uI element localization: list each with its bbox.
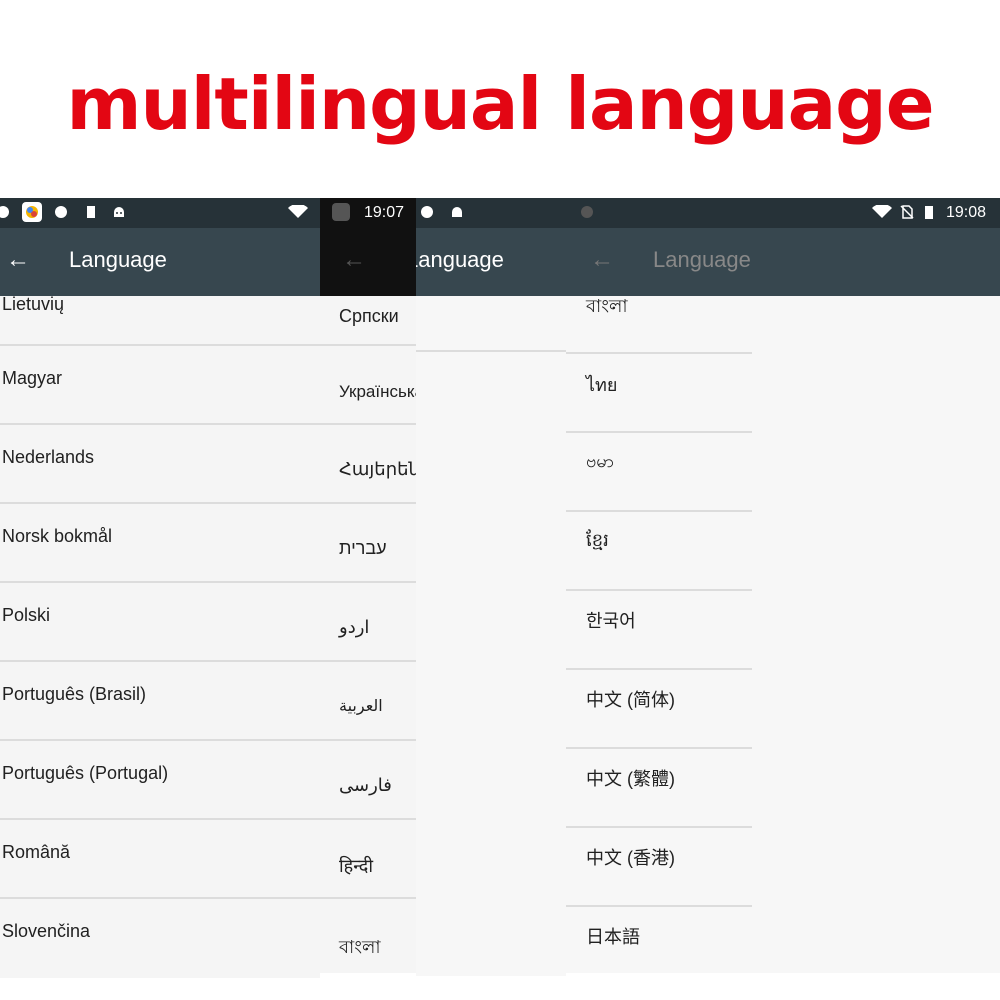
back-arrow-icon[interactable]: ← bbox=[590, 248, 614, 272]
list-item[interactable]: Slovenčina bbox=[0, 899, 320, 978]
status-bar bbox=[416, 198, 566, 228]
language-list bbox=[416, 296, 566, 352]
page-title: Language bbox=[416, 247, 504, 272]
clock: 19:08 bbox=[946, 204, 987, 221]
list-item[interactable]: Lietuvių bbox=[0, 294, 320, 346]
list-item[interactable]: Português (Portugal) bbox=[0, 741, 320, 820]
android-icon bbox=[452, 207, 462, 217]
list-item[interactable]: فارسی bbox=[320, 741, 416, 820]
list-item[interactable]: Српски bbox=[320, 296, 416, 346]
wifi-icon bbox=[288, 205, 308, 218]
list-item[interactable]: 中文 (香港) bbox=[566, 828, 752, 907]
list-item[interactable]: 中文 (繁體) bbox=[566, 749, 752, 828]
battery-icon bbox=[925, 206, 933, 219]
list-item[interactable]: 日本語 bbox=[566, 907, 752, 973]
list-item[interactable]: 中文 (简体) bbox=[566, 670, 752, 749]
list-item[interactable]: Magyar bbox=[0, 346, 320, 425]
list-item[interactable]: বাংলা bbox=[320, 899, 416, 973]
list-item[interactable]: हिन्दी bbox=[320, 820, 416, 899]
shield-icon bbox=[55, 206, 67, 218]
list-item[interactable]: Norsk bokmål bbox=[0, 504, 320, 583]
photos-app-icon bbox=[332, 203, 350, 221]
list-item[interactable]: Română bbox=[0, 820, 320, 899]
list-item[interactable]: বাংলা bbox=[566, 296, 752, 354]
wifi-icon bbox=[872, 205, 892, 218]
screen-middle: 19:07 ← Српски Українська Հայերեն עברית … bbox=[320, 198, 416, 973]
photos-app-icon bbox=[22, 202, 42, 222]
list-item[interactable]: ไทย bbox=[566, 354, 752, 433]
list-item[interactable]: العربية bbox=[320, 662, 416, 741]
screen-center: Language bbox=[416, 198, 566, 976]
back-arrow-icon[interactable]: ← bbox=[342, 248, 366, 272]
page-title: Language bbox=[69, 247, 167, 272]
screen-left: ← Language Lietuvių Magyar Nederlands No… bbox=[0, 198, 320, 978]
language-list: Lietuvių Magyar Nederlands Norsk bokmål … bbox=[0, 294, 320, 978]
list-item[interactable]: עברית bbox=[320, 504, 416, 583]
status-bar bbox=[566, 198, 1000, 228]
list-item[interactable]: Հայերեն bbox=[320, 425, 416, 504]
android-icon bbox=[114, 207, 124, 217]
list-item[interactable]: 한국어 bbox=[566, 591, 752, 670]
no-sim-icon bbox=[900, 205, 914, 219]
list-item[interactable]: Polski bbox=[0, 583, 320, 662]
screen-right: 19:08 ← Language বাংলা ไทย ဗမာ ខ្មែរ 한국어… bbox=[566, 198, 1000, 973]
list-item[interactable]: ဗမာ bbox=[566, 433, 752, 512]
app-bar bbox=[566, 228, 1000, 296]
list-item[interactable] bbox=[416, 296, 566, 352]
page-title: Language bbox=[653, 247, 751, 272]
list-item[interactable]: Українська bbox=[320, 346, 416, 425]
list-item[interactable]: ខ្មែរ bbox=[566, 512, 752, 591]
shield-icon bbox=[0, 206, 9, 218]
back-arrow-icon[interactable]: ← bbox=[6, 248, 30, 272]
app-bar bbox=[320, 228, 416, 296]
language-list: বাংলা ไทย ဗမာ ខ្មែរ 한국어 中文 (简体) 中文 (繁體) … bbox=[566, 296, 752, 973]
shield-icon bbox=[581, 206, 593, 218]
list-item[interactable]: Português (Brasil) bbox=[0, 662, 320, 741]
headline: multilingual language bbox=[66, 62, 934, 146]
status-bar bbox=[0, 198, 320, 228]
clock: 19:07 bbox=[364, 204, 405, 221]
list-item[interactable]: اردو bbox=[320, 583, 416, 662]
list-item[interactable]: Nederlands bbox=[0, 425, 320, 504]
language-list: Српски Українська Հայերեն עברית اردو الع… bbox=[320, 296, 416, 973]
sd-card-icon bbox=[87, 206, 95, 218]
shield-icon bbox=[421, 206, 433, 218]
